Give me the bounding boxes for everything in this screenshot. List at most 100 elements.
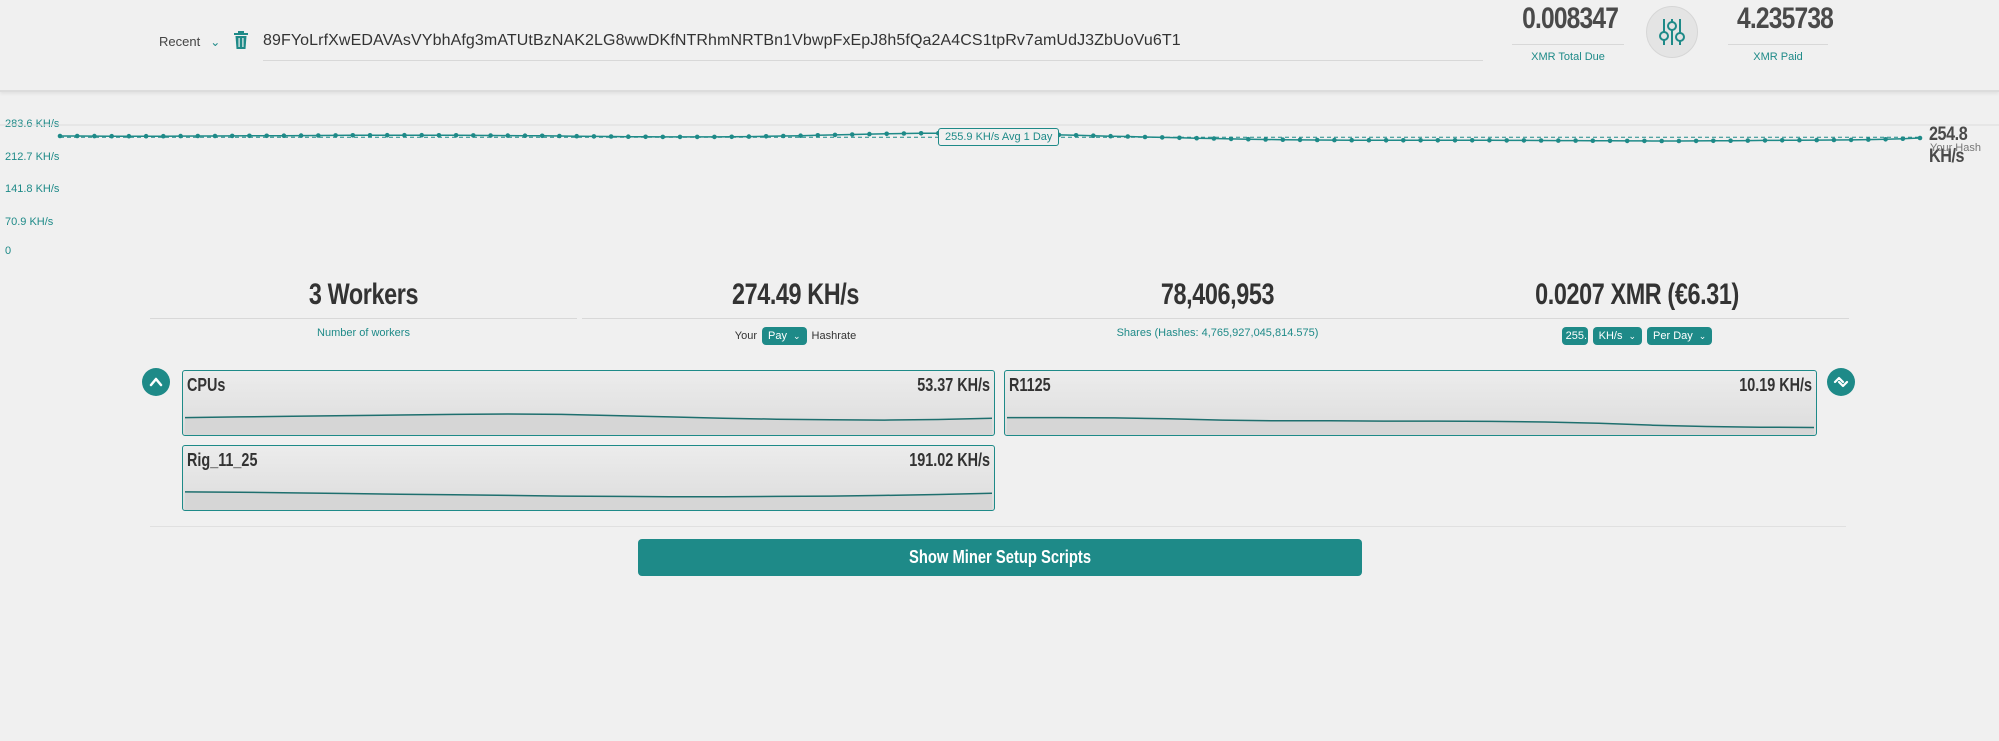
- hashrate-point: [453, 133, 459, 138]
- chevron-down-icon: ⌄: [793, 330, 801, 341]
- worker-card[interactable]: CPUs 53.37 KH/s: [182, 370, 995, 436]
- divider: [1425, 318, 1849, 319]
- hashrate-mode-select[interactable]: Pay ⌄: [762, 327, 807, 345]
- hashrate-point: [832, 132, 838, 138]
- hashrate-point: [729, 134, 734, 140]
- hashrate-point: [1383, 138, 1389, 143]
- hashrate-point: [1314, 137, 1320, 143]
- earnings-value: 0.0207 XMR (€6.31): [1535, 278, 1739, 311]
- divider: [582, 318, 1009, 319]
- shares-summary: 78,406,953 Shares (Hashes: 4,765,927,045…: [1004, 278, 1431, 339]
- hashrate-point: [1504, 138, 1509, 143]
- hashrate-point: [109, 133, 114, 139]
- divider: [150, 318, 577, 319]
- hashrate-point: [1263, 137, 1268, 142]
- worker-hashrate: 191.02 KH/s: [909, 450, 990, 470]
- hashrate-point: [316, 133, 321, 138]
- workers-label: Number of workers: [317, 327, 410, 339]
- hashrate-point: [712, 134, 717, 140]
- hashrate-point: [247, 133, 252, 139]
- hashrate-point: [557, 133, 562, 139]
- hashrate-point: [195, 133, 201, 139]
- hashrate-point: [1814, 137, 1819, 143]
- hashrate-point: [918, 131, 924, 136]
- hashrate-point: [763, 134, 769, 139]
- hashrate-point: [1091, 133, 1096, 138]
- hashrate-point: [1573, 138, 1578, 143]
- hashrate-point: [591, 134, 597, 139]
- hashrate-point: [1762, 138, 1768, 143]
- hashrate-point: [402, 132, 407, 138]
- hashrate-point: [74, 133, 80, 139]
- hashrate-point: [1487, 138, 1492, 143]
- shares-label: Shares (Hashes: 4,765,927,045,814.575): [1116, 327, 1319, 339]
- hashrate-point: [161, 133, 166, 139]
- hashrate-point: [1177, 135, 1182, 141]
- hashrate-point: [1366, 137, 1372, 143]
- worker-card[interactable]: R1125 10.19 KH/s: [1004, 370, 1817, 436]
- hashrate-point: [1108, 133, 1113, 139]
- sort-icon: [1833, 376, 1849, 388]
- hashrate-point: [505, 133, 511, 138]
- worker-name: R1125: [1009, 375, 1051, 395]
- hashrate-point: [1538, 138, 1544, 143]
- worker-sparkline: [184, 413, 993, 435]
- hashrate-point: [1900, 136, 1906, 141]
- chevron-down-icon: ⌄: [1628, 330, 1637, 341]
- hashrate-point: [1142, 134, 1148, 140]
- hashrate-point: [1624, 138, 1630, 144]
- hashrate-summary: 274.49 KH/s Your Pay ⌄ Hashrate: [582, 278, 1009, 345]
- hashrate-point: [1693, 138, 1699, 144]
- hashrate-point: [1797, 137, 1802, 143]
- hashrate-point: [677, 134, 683, 140]
- hashrate-point: [781, 133, 786, 139]
- hashrate-point: [143, 133, 149, 139]
- hashrate-point: [384, 132, 390, 138]
- hashrate-point: [471, 133, 476, 138]
- hashrate-point: [1745, 138, 1751, 143]
- hashrate-point: [333, 133, 338, 138]
- divider: [1004, 318, 1431, 319]
- hashrate-point: [1435, 138, 1441, 143]
- hashrate-point: [608, 134, 614, 139]
- sort-workers-button[interactable]: [1827, 368, 1855, 396]
- worker-hashrate: 53.37 KH/s: [917, 375, 990, 395]
- hashrate-point: [229, 133, 235, 139]
- hashrate-point: [1676, 138, 1682, 144]
- hashrate-point: [1883, 137, 1888, 142]
- hashrate-point: [1607, 138, 1613, 144]
- hashrate-point: [746, 134, 752, 139]
- collapse-workers-button[interactable]: [142, 368, 170, 396]
- hashrate-point: [1211, 136, 1217, 141]
- hashrate-point: [1159, 135, 1165, 140]
- hashrate-point: [884, 131, 889, 137]
- hashrate-point: [660, 134, 666, 140]
- hashrate-point: [281, 133, 287, 138]
- worker-sparkline: [1007, 416, 1815, 435]
- unit-value: KH/s: [1598, 330, 1623, 342]
- worker-hashrate: 10.19 KH/s: [1739, 375, 1812, 395]
- hashrate-point: [694, 134, 700, 140]
- hashrate-point: [298, 133, 304, 138]
- workers-count: 3 Workers: [308, 278, 419, 311]
- workers-summary: 3 Workers Number of workers: [150, 278, 577, 339]
- hashrate-point: [1228, 136, 1234, 142]
- worker-card[interactable]: Rig_11_25 191.02 KH/s: [182, 445, 995, 511]
- unit-select[interactable]: KH/s ⌄: [1592, 327, 1643, 345]
- hashrate-point: [1073, 133, 1079, 138]
- show-setup-scripts-button[interactable]: Show Miner Setup Scripts: [638, 539, 1362, 576]
- hashrate-point: [1349, 137, 1354, 143]
- hashrate-point: [1297, 137, 1303, 143]
- divider: [150, 526, 1846, 527]
- period-select[interactable]: Per Day ⌄: [1647, 327, 1713, 345]
- hashrate-point: [1280, 137, 1286, 142]
- hashrate-point: [798, 133, 803, 138]
- hashrate-point: [212, 133, 218, 139]
- hashrate-point: [574, 133, 579, 139]
- hashrate-point: [1848, 137, 1854, 143]
- worker-name: CPUs: [187, 375, 226, 395]
- hashrate-point: [1556, 138, 1561, 143]
- hashrate-point: [539, 133, 545, 139]
- hashrate-input[interactable]: 255.: [1561, 327, 1588, 345]
- hashrate-point: [1418, 138, 1423, 143]
